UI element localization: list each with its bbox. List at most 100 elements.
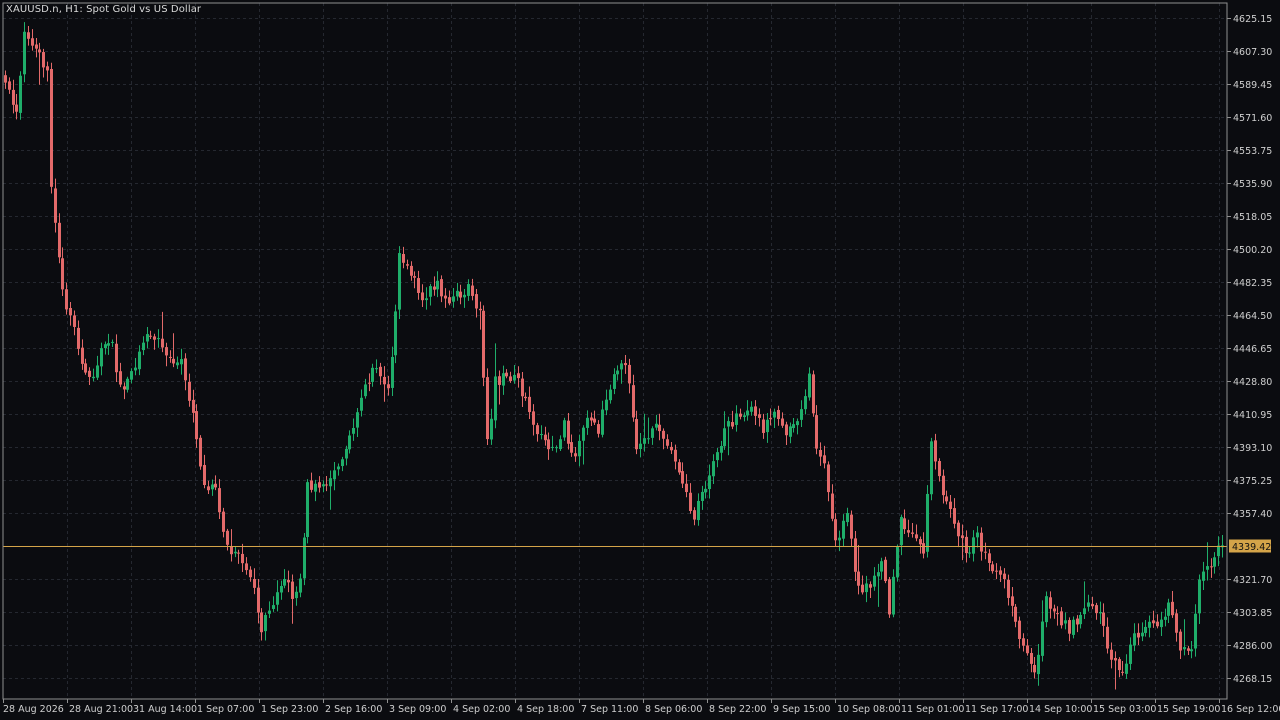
candle-bullish xyxy=(616,365,619,381)
candle-body xyxy=(1183,647,1186,650)
candle-body xyxy=(517,373,520,379)
candle-bullish xyxy=(299,573,302,598)
candle-body xyxy=(333,470,336,480)
candle-bearish xyxy=(524,392,527,401)
candle-bullish xyxy=(968,546,971,558)
candle-body xyxy=(1053,608,1056,612)
candle-bullish xyxy=(639,433,642,458)
candle-body xyxy=(142,342,145,351)
candle-bearish xyxy=(850,510,853,547)
candle-body xyxy=(387,384,390,389)
x-tick-label: 7 Sep 11:00 xyxy=(581,704,638,715)
candle-body xyxy=(846,513,849,523)
candle-body xyxy=(601,409,604,435)
candle-bearish xyxy=(475,289,478,318)
candle-body xyxy=(371,367,374,382)
candle-bullish xyxy=(371,363,374,387)
candle-body xyxy=(456,290,459,297)
candle-bearish xyxy=(827,461,830,502)
candle-body xyxy=(180,359,183,365)
candle-bearish xyxy=(77,320,80,356)
candle-body xyxy=(237,552,240,554)
candle-bearish xyxy=(169,350,172,363)
candle-bearish xyxy=(241,543,244,572)
y-tick-label: 4553.75 xyxy=(1233,146,1272,157)
candle-bullish xyxy=(766,412,769,443)
candle-bearish xyxy=(884,556,887,584)
candle-body xyxy=(172,358,175,364)
candle-bearish xyxy=(624,355,627,374)
candle-body xyxy=(616,370,619,375)
candle-body xyxy=(632,385,635,418)
candle-bearish xyxy=(532,404,535,436)
candle-bullish xyxy=(283,569,286,589)
candle-bearish xyxy=(318,476,321,493)
candle-body xyxy=(582,427,585,441)
candle-bearish xyxy=(739,408,742,420)
candle-body xyxy=(884,559,887,582)
candle-body xyxy=(815,415,818,449)
candle-bullish xyxy=(613,368,616,395)
candle-body xyxy=(919,539,922,545)
candle-body xyxy=(735,413,738,425)
candle-body xyxy=(834,519,837,541)
candle-body xyxy=(972,537,975,554)
y-tick-label: 4500.20 xyxy=(1233,245,1272,256)
chart-window: XAUUSD.n, H1: Spot Gold vs US Dollar 433… xyxy=(0,0,1280,720)
candle-body xyxy=(1014,606,1017,622)
candle-bullish xyxy=(329,470,332,510)
candle-body xyxy=(804,396,807,410)
candle-bearish xyxy=(1026,638,1029,656)
candle-bearish xyxy=(15,93,18,120)
candle-body xyxy=(934,440,937,462)
candle-bullish xyxy=(620,360,623,384)
candle-bearish xyxy=(517,366,520,388)
candle-bearish xyxy=(260,608,263,641)
candle-bullish xyxy=(563,417,566,441)
candle-bearish xyxy=(1121,661,1124,676)
candle-body xyxy=(295,591,298,599)
candle-bullish xyxy=(555,445,558,453)
candle-body xyxy=(482,310,485,378)
candle-bearish xyxy=(1171,591,1174,618)
candle-body xyxy=(701,491,704,501)
candle-body xyxy=(337,466,340,470)
candle-body xyxy=(777,409,780,420)
candle-bullish xyxy=(348,430,351,454)
candle-bearish xyxy=(957,520,960,548)
candle-body xyxy=(207,486,210,491)
candle-body xyxy=(352,427,355,434)
y-tick-label: 4518.05 xyxy=(1233,212,1272,223)
candle-body xyxy=(257,587,260,613)
x-tick-label: 15 Sep 03:00 xyxy=(1093,704,1156,715)
candle-body xyxy=(984,551,987,553)
candle-body xyxy=(662,430,665,439)
candle-bullish xyxy=(655,414,658,431)
candle-body xyxy=(249,569,252,578)
candle-body xyxy=(398,253,401,310)
candle-bullish xyxy=(157,329,160,348)
candle-body xyxy=(165,347,168,356)
candle-bullish xyxy=(429,283,432,306)
candle-bearish xyxy=(919,536,922,554)
y-tick-label: 4607.30 xyxy=(1233,47,1272,58)
candle-bullish xyxy=(789,422,792,444)
candle-body xyxy=(1091,604,1094,607)
candle-bearish xyxy=(674,444,677,470)
candle-bearish xyxy=(961,524,964,561)
y-tick-label: 4446.65 xyxy=(1233,344,1272,355)
candle-body xyxy=(42,52,45,68)
candle-body xyxy=(73,315,76,327)
candle-bearish xyxy=(1033,657,1036,679)
candle-body xyxy=(697,500,700,521)
candle-body xyxy=(314,483,317,492)
candle-body xyxy=(157,338,160,340)
candle-body xyxy=(597,424,600,434)
candle-body xyxy=(1210,566,1213,568)
candlestick-chart[interactable]: 4339.42 4625.15 4607.30 4589.45 4571.60 4553… xyxy=(0,0,1280,720)
candle-bearish xyxy=(203,454,206,489)
candle-body xyxy=(1060,611,1063,626)
candle-bullish xyxy=(1164,608,1167,627)
candle-bullish xyxy=(880,557,883,580)
candle-body xyxy=(280,586,283,593)
